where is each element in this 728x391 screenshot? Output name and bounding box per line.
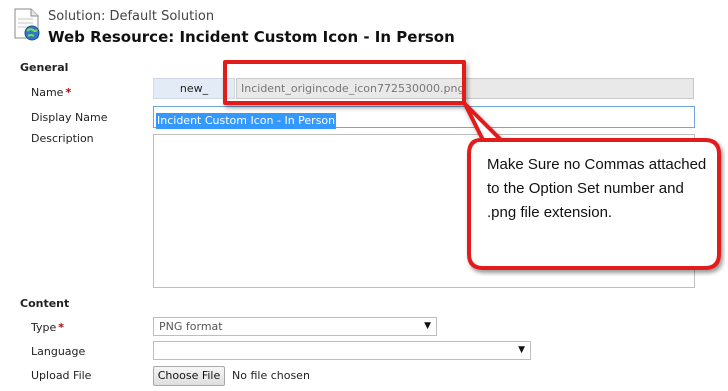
required-marker: * xyxy=(65,86,72,99)
type-select[interactable]: PNG format ▼ xyxy=(153,317,437,336)
callout-text: Make Sure no Commas attached to the Opti… xyxy=(487,156,707,221)
language-label: Language xyxy=(31,345,86,358)
chevron-down-icon: ▼ xyxy=(518,345,525,355)
choose-file-button[interactable]: Choose File xyxy=(153,366,225,386)
highlight-rectangle xyxy=(223,60,466,105)
upload-file-label: Upload File xyxy=(31,369,92,382)
section-general-title: General xyxy=(20,61,69,74)
page-title: Web Resource: Incident Custom Icon - In … xyxy=(48,28,455,46)
name-label: Name * xyxy=(31,86,72,99)
solution-name: Solution: Default Solution xyxy=(48,9,215,24)
section-content-title: Content xyxy=(20,297,70,310)
type-label: Type * xyxy=(31,321,65,334)
display-name-value: Incident Custom Icon - In Person xyxy=(156,113,337,129)
language-select[interactable]: ▼ xyxy=(153,341,531,360)
web-resource-document-icon xyxy=(14,8,40,41)
required-marker: * xyxy=(58,321,65,334)
description-label: Description xyxy=(31,132,94,145)
display-name-label: Display Name xyxy=(31,111,108,124)
no-file-status: No file chosen xyxy=(232,369,310,382)
type-select-value: PNG format xyxy=(159,320,223,333)
chevron-down-icon: ▼ xyxy=(424,321,431,331)
